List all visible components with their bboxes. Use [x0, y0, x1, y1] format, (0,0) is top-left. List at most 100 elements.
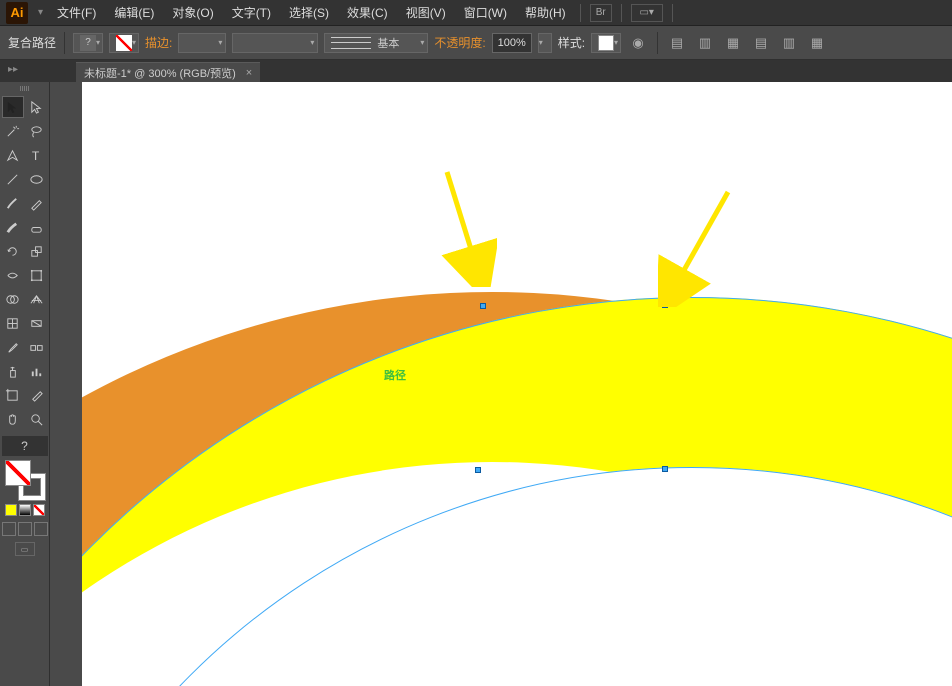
annotation-arrow-right [658, 187, 738, 307]
lasso-tool[interactable] [26, 120, 48, 142]
rotate-tool[interactable] [2, 240, 24, 262]
stroke-none-icon [116, 35, 132, 51]
variable-width-profile-dropdown[interactable]: ▾ [232, 33, 318, 53]
separator [64, 32, 65, 54]
opacity-dropdown[interactable]: ▾ [538, 33, 552, 53]
stroke-swatch[interactable]: ▾ [109, 33, 139, 53]
symbol-sprayer-tool[interactable] [2, 360, 24, 382]
svg-text:T: T [32, 149, 40, 163]
blob-brush-tool[interactable] [2, 216, 24, 238]
pen-tool[interactable] [2, 144, 24, 166]
gradient-tool[interactable] [26, 312, 48, 334]
main-area: T [0, 82, 952, 686]
menu-effect[interactable]: 效果(C) [339, 1, 396, 24]
hand-tool[interactable] [2, 408, 24, 430]
draw-behind-icon[interactable] [18, 522, 32, 536]
opacity-label[interactable]: 不透明度: [434, 34, 485, 51]
bridge-button[interactable]: Br [590, 4, 612, 22]
magic-wand-tool[interactable] [2, 120, 24, 142]
opacity-input[interactable] [492, 33, 532, 53]
mesh-tool[interactable] [2, 312, 24, 334]
pencil-tool[interactable] [26, 192, 48, 214]
menu-help[interactable]: 帮助(H) [517, 1, 574, 24]
fill-stroke-control[interactable] [5, 460, 45, 500]
artboard[interactable]: 路径 [82, 82, 952, 686]
align-center-v-icon[interactable]: ▥ [778, 33, 800, 53]
style-preview-icon [598, 35, 614, 51]
document-tab-title: 未标题-1* @ 300% (RGB/预览) [84, 65, 236, 81]
brush-definition-dropdown[interactable]: 基本 ▾ [324, 33, 428, 53]
paintbrush-tool[interactable] [2, 192, 24, 214]
type-tool[interactable]: T [26, 144, 48, 166]
column-graph-tool[interactable] [26, 360, 48, 382]
draw-normal-icon[interactable] [2, 522, 16, 536]
blend-tool[interactable] [26, 336, 48, 358]
control-bar: 复合路径 ?▾ ▾ 描边: ▾ ▾ 基本 ▾ 不透明度: ▾ 样式: ▾ ◉ ▤… [0, 26, 952, 60]
separator [621, 4, 622, 22]
fill-color-icon[interactable] [5, 460, 31, 486]
eraser-tool[interactable] [26, 216, 48, 238]
line-segment-tool[interactable] [2, 168, 24, 190]
smart-guide-label: 路径 [384, 367, 406, 383]
app-logo: Ai [6, 2, 28, 24]
stroke-weight-dropdown[interactable]: ▾ [178, 33, 226, 53]
separator [580, 4, 581, 22]
screen-mode-button[interactable]: ▭ [15, 542, 35, 556]
fill-unknown-icon: ? [80, 35, 96, 51]
menu-file[interactable]: 文件(F) [49, 1, 104, 24]
color-mode-gradient-icon[interactable] [19, 504, 31, 516]
shape-builder-tool[interactable] [2, 288, 24, 310]
expand-panels-icon[interactable]: ▸▸ [8, 64, 18, 75]
workspace-switcher-icon[interactable]: ▾ [38, 7, 43, 18]
width-tool[interactable] [2, 264, 24, 286]
menu-window[interactable]: 窗口(W) [456, 1, 515, 24]
draw-mode-row [2, 522, 48, 536]
separator [657, 32, 658, 54]
align-left-icon[interactable]: ▤ [666, 33, 688, 53]
document-tab[interactable]: 未标题-1* @ 300% (RGB/预览) × [76, 62, 260, 82]
anchor-point[interactable] [662, 466, 668, 472]
brush-name: 基本 [377, 35, 399, 51]
separator [672, 4, 673, 22]
menu-type[interactable]: 文字(T) [224, 1, 279, 24]
color-mode-none-icon[interactable] [33, 504, 45, 516]
fill-swatch[interactable]: ?▾ [73, 33, 103, 53]
recolor-artwork-icon[interactable]: ◉ [627, 33, 649, 53]
align-right-icon[interactable]: ▦ [722, 33, 744, 53]
close-tab-icon[interactable]: × [246, 67, 252, 79]
scale-tool[interactable] [26, 240, 48, 262]
stroke-label[interactable]: 描边: [145, 34, 172, 51]
menu-object[interactable]: 对象(O) [164, 1, 221, 24]
slice-tool[interactable] [26, 384, 48, 406]
annotation-arrow-left [437, 167, 497, 287]
document-tab-bar: 未标题-1* @ 300% (RGB/预览) × [0, 60, 952, 82]
eyedropper-tool[interactable] [2, 336, 24, 358]
panel-grip-icon[interactable] [5, 86, 45, 92]
direct-selection-tool[interactable] [26, 96, 48, 118]
color-mode-row [5, 504, 45, 516]
artboard-tool[interactable] [2, 384, 24, 406]
menu-view[interactable]: 视图(V) [398, 1, 454, 24]
menu-select[interactable]: 选择(S) [281, 1, 337, 24]
style-label: 样式: [558, 34, 585, 51]
align-center-h-icon[interactable]: ▥ [694, 33, 716, 53]
free-transform-tool[interactable] [26, 264, 48, 286]
anchor-point[interactable] [480, 303, 486, 309]
perspective-grid-tool[interactable] [26, 288, 48, 310]
canvas-viewport[interactable]: 路径 [82, 82, 952, 686]
toolbox-panel: T [0, 82, 50, 686]
selection-tool[interactable] [2, 96, 24, 118]
draw-inside-icon[interactable] [34, 522, 48, 536]
menu-edit[interactable]: 编辑(E) [106, 1, 162, 24]
zoom-tool[interactable] [26, 408, 48, 430]
graphic-style-swatch[interactable]: ▾ [591, 33, 621, 53]
toolbox-hint[interactable]: ? [2, 436, 48, 456]
anchor-point[interactable] [475, 467, 481, 473]
color-mode-solid-icon[interactable] [5, 504, 17, 516]
ellipse-tool[interactable] [26, 168, 48, 190]
arrange-documents-button[interactable]: ▭▾ [631, 4, 663, 22]
align-bottom-icon[interactable]: ▦ [806, 33, 828, 53]
selection-type-label: 复合路径 [8, 34, 56, 51]
align-top-icon[interactable]: ▤ [750, 33, 772, 53]
collapsed-panel-strip[interactable] [50, 82, 82, 686]
